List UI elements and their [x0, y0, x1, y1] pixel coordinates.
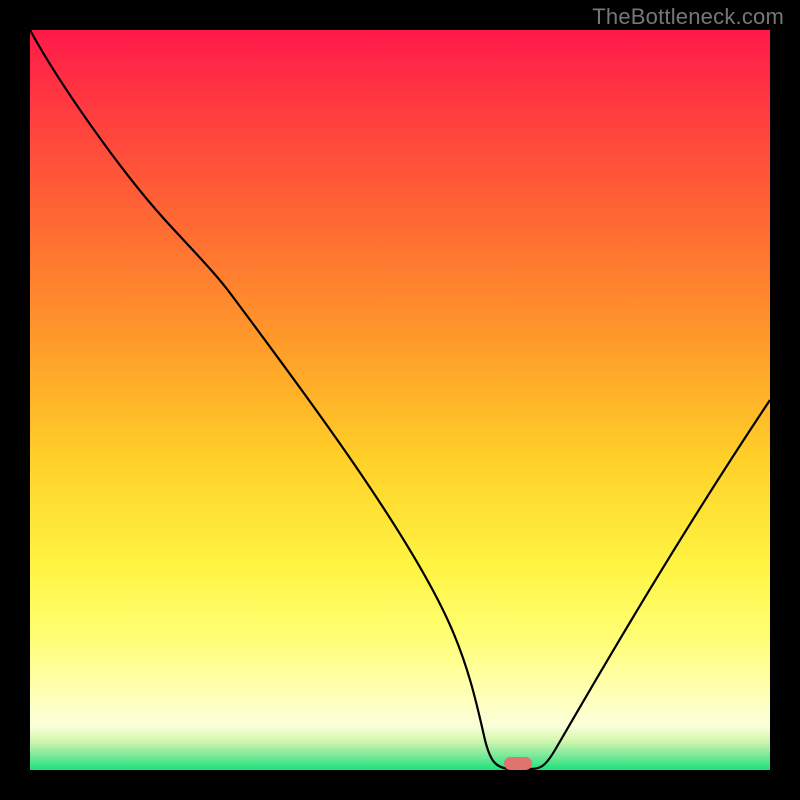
- plot-area: [30, 30, 770, 770]
- bottleneck-curve: [30, 30, 770, 770]
- watermark-text: TheBottleneck.com: [592, 4, 784, 30]
- curve-path: [30, 30, 770, 769]
- chart-frame: TheBottleneck.com: [0, 0, 800, 800]
- optimal-marker: [504, 757, 532, 770]
